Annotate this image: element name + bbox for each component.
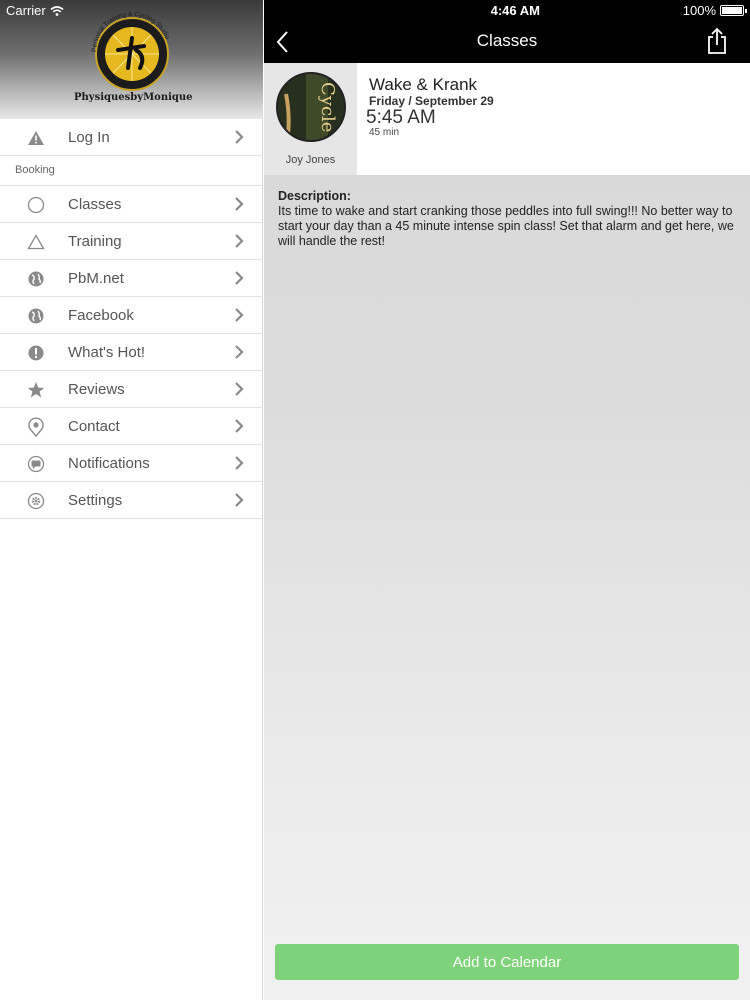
sidebar-item-pbm-net[interactable]: PbM.net xyxy=(0,260,263,297)
sidebar-item-log-in[interactable]: Log In xyxy=(0,119,263,156)
globe-icon xyxy=(26,306,46,326)
sidebar-item-label: Settings xyxy=(68,491,123,509)
sidebar-item-label: Facebook xyxy=(68,306,134,324)
navigation-bar: 4:46 AM 100% Classes xyxy=(264,0,750,63)
chevron-right-icon xyxy=(235,271,244,285)
section-header-booking: Booking xyxy=(0,156,263,186)
sidebar-item-training[interactable]: Training xyxy=(0,223,263,260)
chevron-right-icon xyxy=(235,308,244,322)
sidebar-item-whats-hot[interactable]: What's Hot! xyxy=(0,334,263,371)
side-menu: Carrier Personal Training & Cycling Stud… xyxy=(0,0,263,1000)
sidebar-item-label: Notifications xyxy=(68,454,150,472)
avatar-text: Cycle xyxy=(317,82,338,132)
sidebar-header: Carrier Personal Training & Cycling Stud… xyxy=(0,0,263,119)
triangle-icon xyxy=(26,232,46,252)
sidebar-item-label: Training xyxy=(68,232,122,250)
sidebar-item-reviews[interactable]: Reviews xyxy=(0,371,263,408)
battery-icon xyxy=(720,5,747,16)
chevron-right-icon xyxy=(235,234,244,248)
warning-icon xyxy=(26,128,46,148)
class-card: Cycle Joy Jones Wake & Krank Friday / Se… xyxy=(264,63,750,175)
sidebar-menu: Log In Booking Classes Training PbM.net xyxy=(0,119,263,519)
description-text: Its time to wake and start cranking thos… xyxy=(278,204,734,248)
class-duration: 45 min xyxy=(369,127,400,138)
logo-text: PhysiquesbyMonique xyxy=(74,92,193,103)
add-to-calendar-button[interactable]: Add to Calendar xyxy=(275,944,739,980)
sidebar-item-contact[interactable]: Contact xyxy=(0,408,263,445)
class-title: Wake & Krank xyxy=(369,75,478,94)
instructor-name: Joy Jones xyxy=(285,154,336,166)
sidebar-item-label: Log In xyxy=(68,128,110,146)
chat-bubble-icon xyxy=(26,454,46,474)
class-info: Wake & Krank Friday / September 29 5:45 … xyxy=(357,63,750,175)
circle-icon xyxy=(26,195,46,215)
chevron-right-icon xyxy=(235,197,244,211)
status-battery: 100% xyxy=(682,3,747,18)
chevron-right-icon xyxy=(235,493,244,507)
gear-icon xyxy=(26,491,46,511)
battery-percent: 100% xyxy=(682,3,716,18)
chevron-right-icon xyxy=(235,130,244,144)
share-icon[interactable] xyxy=(706,27,728,55)
instructor-avatar: Cycle xyxy=(276,72,346,142)
description-label: Description: xyxy=(278,189,351,203)
sidebar-item-label: PbM.net xyxy=(68,269,124,287)
chevron-right-icon xyxy=(235,382,244,396)
star-icon xyxy=(26,380,46,400)
class-time: 5:45 AM xyxy=(366,107,436,128)
class-description: Description: Its time to wake and start … xyxy=(278,189,740,249)
battery-fill xyxy=(722,7,742,14)
globe-icon xyxy=(26,269,46,289)
instructor-box: Cycle Joy Jones xyxy=(264,63,357,175)
sidebar-item-settings[interactable]: Settings xyxy=(0,482,263,519)
sidebar-item-label: Contact xyxy=(68,417,120,435)
page-title: Classes xyxy=(476,31,538,50)
sidebar-item-notifications[interactable]: Notifications xyxy=(0,445,263,482)
class-date: Friday / September 29 xyxy=(369,94,494,108)
exclamation-icon xyxy=(26,343,46,363)
status-carrier: Carrier xyxy=(6,3,64,18)
sidebar-item-label: What's Hot! xyxy=(68,343,146,361)
avatar-image: Cycle xyxy=(278,74,344,140)
carrier-label: Carrier xyxy=(6,3,46,18)
wifi-icon xyxy=(50,5,64,16)
logo-emblem-icon: Personal Training & Cycling Studio xyxy=(91,11,171,91)
chevron-right-icon xyxy=(235,419,244,433)
section-label: Booking xyxy=(15,164,55,176)
sidebar-item-label: Reviews xyxy=(68,380,125,398)
chevron-right-icon xyxy=(235,456,244,470)
class-detail-panel: 4:46 AM 100% Classes Cycle Joy Jones Wak… xyxy=(264,0,750,1000)
studio-logo: Personal Training & Cycling Studio Physi… xyxy=(74,10,193,110)
sidebar-item-label: Classes xyxy=(68,195,122,213)
sidebar-item-facebook[interactable]: Facebook xyxy=(0,297,263,334)
sidebar-item-classes[interactable]: Classes xyxy=(0,186,263,223)
chevron-right-icon xyxy=(235,345,244,359)
status-time: 4:46 AM xyxy=(490,3,540,18)
location-pin-icon xyxy=(26,417,46,437)
